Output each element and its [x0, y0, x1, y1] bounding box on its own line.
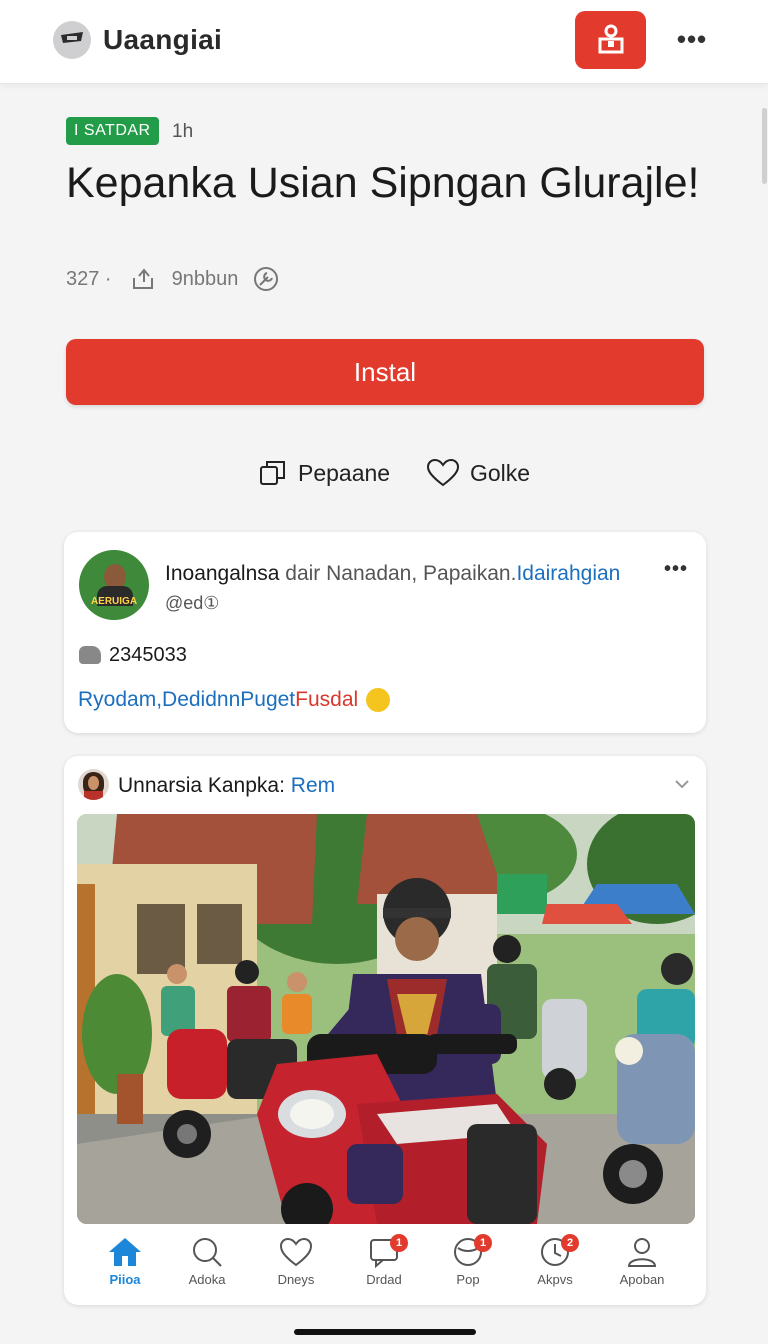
media-card-title: Unnarsia Kanpka: Rem: [118, 774, 335, 798]
install-button[interactable]: Instal: [66, 339, 704, 405]
repost-icon[interactable]: [130, 266, 160, 292]
nav-item-search[interactable]: Adoka: [167, 1236, 247, 1296]
nav-label-search: Adoka: [188, 1272, 226, 1287]
notification-badge: 1: [474, 1234, 492, 1252]
heart-icon: [279, 1237, 313, 1267]
tag-link-2[interactable]: DedidnnPuget: [162, 688, 295, 712]
author-detail: dair Nanadan, Papaikan.: [279, 562, 517, 585]
page-title: Kepanka Usian Sipngan Glurajle!: [66, 159, 700, 207]
author-name: Inoangalnsa: [165, 562, 280, 585]
nav-label-pop: Pop: [456, 1272, 480, 1287]
home-indicator[interactable]: [294, 1329, 476, 1335]
share-label: Pepaane: [298, 459, 391, 486]
nav-label-profile: Apoban: [619, 1272, 665, 1287]
share-button[interactable]: Pepaane: [258, 455, 390, 491]
post-tags: Ryodam, DedidnnPuget Fusdal: [78, 686, 391, 714]
tag-link-1[interactable]: Ryodam,: [78, 688, 162, 712]
article-actions: Pepaane Golke: [0, 455, 768, 491]
nav-label-activity: Akpvs: [537, 1272, 573, 1287]
nav-label-home: Piioa: [109, 1272, 141, 1287]
nav-label-favorites: Dneys: [277, 1272, 315, 1287]
app-logo-icon[interactable]: [53, 21, 91, 59]
wrench-icon[interactable]: [252, 265, 280, 293]
tag-link-3[interactable]: Fusdal: [295, 688, 358, 712]
nav-label-messages: Drdad: [366, 1272, 402, 1287]
avatar-tag: AERUIGA: [90, 596, 138, 607]
like-button[interactable]: Golke: [426, 455, 530, 491]
scrollbar[interactable]: [762, 108, 767, 184]
post-more-button[interactable]: •••: [664, 558, 688, 581]
media-card[interactable]: Unnarsia Kanpka: Rem Piioa Adoka Dneys 1…: [64, 756, 706, 1305]
copy-icon: [260, 461, 285, 485]
heart-icon: [426, 458, 460, 487]
post-author[interactable]: Inoangalnsa dair Nanadan, Papaikan.Idair…: [165, 562, 620, 586]
briefcase-icon: [598, 24, 624, 54]
meta-label: 9nbbun: [171, 267, 239, 290]
article-meta: 327 · 9nbbun: [66, 265, 280, 293]
nav-item-favorites[interactable]: Dneys: [256, 1236, 336, 1296]
more-menu-button[interactable]: •••: [670, 24, 714, 58]
apple-icon: [79, 646, 101, 664]
app-title: Uaangiai: [103, 24, 223, 55]
smile-emoji-icon: [366, 688, 391, 712]
author-link[interactable]: Idairahgian: [516, 562, 620, 585]
post-photo[interactable]: [77, 814, 695, 1224]
post-card[interactable]: AERUIGA Inoangalnsa dair Nanadan, Papaik…: [64, 532, 706, 733]
post-age: 1h: [172, 121, 194, 142]
avatar[interactable]: AERUIGA: [79, 550, 149, 620]
profile-icon: [627, 1238, 657, 1267]
notification-badge: 1: [390, 1234, 408, 1252]
search-icon: [193, 1238, 222, 1267]
author-handle: @ed①: [165, 593, 220, 613]
top-bar: Uaangiai •••: [0, 0, 768, 84]
post-stat: 2345033: [79, 643, 187, 667]
status-badge: I SATDAR: [66, 117, 159, 145]
like-label: Golke: [470, 459, 531, 486]
media-title-text: Unnarsia Kanpka:: [118, 774, 291, 797]
nav-item-activity[interactable]: 2 Akpvs: [515, 1234, 595, 1296]
motorbike-street-photo: [77, 814, 695, 1224]
nav-item-messages[interactable]: 1 Drdad: [344, 1234, 424, 1296]
post-count: 2345033: [109, 643, 187, 666]
media-title-link[interactable]: Rem: [291, 774, 335, 797]
nav-item-home[interactable]: Piioa: [85, 1236, 165, 1296]
avatar[interactable]: [78, 769, 109, 800]
briefcase-button[interactable]: [575, 11, 646, 69]
meta-count: 327 ·: [66, 267, 112, 290]
nav-item-pop[interactable]: 1 Pop: [428, 1234, 508, 1296]
bottom-nav: Piioa Adoka Dneys 1 Drdad 1 Pop 2 Akpvs …: [64, 1226, 706, 1305]
chevron-down-icon[interactable]: [674, 778, 690, 790]
home-icon: [109, 1238, 141, 1266]
nav-item-profile[interactable]: Apoban: [602, 1236, 682, 1296]
notification-badge: 2: [561, 1234, 579, 1252]
